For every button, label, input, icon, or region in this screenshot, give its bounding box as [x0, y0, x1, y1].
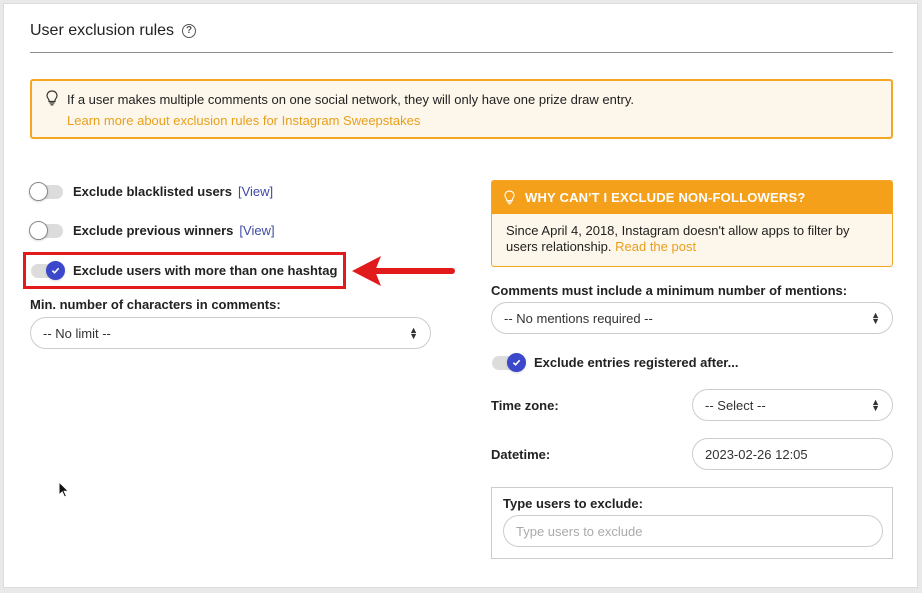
non-followers-info-box: WHY CAN'T I EXCLUDE NON-FOLLOWERS? Since…: [491, 180, 893, 267]
min-chars-select[interactable]: -- No limit -- ▲ ▼: [30, 317, 431, 349]
toggle-row-blacklisted: Exclude blacklisted users [View]: [29, 181, 273, 201]
section-heading: User exclusion rules ?: [30, 22, 197, 40]
blacklisted-label: Exclude blacklisted users: [73, 184, 232, 199]
previous-winners-toggle[interactable]: [29, 220, 63, 240]
blacklisted-toggle[interactable]: [29, 181, 63, 201]
annotation-highlight-box: [23, 252, 346, 289]
timezone-label: Time zone:: [491, 398, 559, 413]
datetime-label: Datetime:: [491, 447, 551, 462]
registered-after-label: Exclude entries registered after...: [534, 355, 739, 370]
section-title: User exclusion rules: [30, 22, 175, 39]
annotation-arrow-icon: [352, 256, 455, 286]
non-followers-title: WHY CAN'T I EXCLUDE NON-FOLLOWERS?: [525, 190, 806, 205]
help-icon[interactable]: ?: [182, 24, 197, 38]
mouse-cursor-icon: [58, 481, 70, 498]
exclude-users-label: Type users to exclude:: [503, 496, 643, 511]
mentions-select[interactable]: -- No mentions required -- ▲ ▼: [491, 302, 893, 334]
datetime-value: 2023-02-26 12:05: [705, 446, 808, 462]
select-arrows-icon: ▲ ▼: [871, 310, 880, 326]
lightbulb-icon: [46, 90, 58, 106]
toggle-row-registered-after: Exclude entries registered after...: [492, 352, 739, 372]
read-post-link[interactable]: Read the post: [615, 239, 696, 254]
datetime-input[interactable]: 2023-02-26 12:05: [692, 438, 893, 470]
registered-after-toggle[interactable]: [492, 352, 526, 372]
select-arrows-icon: ▲ ▼: [871, 397, 880, 413]
exclude-users-box: Type users to exclude: Type users to exc…: [491, 487, 893, 559]
lightbulb-icon: [504, 190, 515, 205]
min-chars-value: -- No limit --: [43, 325, 111, 341]
select-arrows-icon: ▲ ▼: [409, 325, 418, 341]
view-winners-link[interactable]: [View]: [239, 223, 274, 238]
notice-text: If a user makes multiple comments on one…: [67, 92, 634, 107]
check-icon: [512, 359, 521, 366]
min-chars-label: Min. number of characters in comments:: [30, 297, 281, 312]
timezone-value: -- Select --: [705, 397, 766, 413]
mentions-label: Comments must include a minimum number o…: [491, 283, 848, 298]
view-blacklist-link[interactable]: [View]: [238, 184, 273, 199]
non-followers-body: Since April 4, 2018, Instagram doesn't a…: [492, 214, 892, 264]
non-followers-header: WHY CAN'T I EXCLUDE NON-FOLLOWERS?: [492, 181, 892, 214]
info-notice: If a user makes multiple comments on one…: [30, 79, 893, 139]
previous-winners-label: Exclude previous winners: [73, 223, 234, 238]
toggle-row-previous-winners: Exclude previous winners [View]: [29, 220, 275, 240]
exclude-users-input[interactable]: Type users to exclude: [503, 515, 883, 547]
mentions-value: -- No mentions required --: [504, 310, 653, 326]
section-divider: [30, 52, 893, 53]
learn-more-link[interactable]: Learn more about exclusion rules for Ins…: [67, 113, 420, 128]
timezone-select[interactable]: -- Select -- ▲ ▼: [692, 389, 893, 421]
exclude-users-placeholder: Type users to exclude: [516, 523, 643, 539]
